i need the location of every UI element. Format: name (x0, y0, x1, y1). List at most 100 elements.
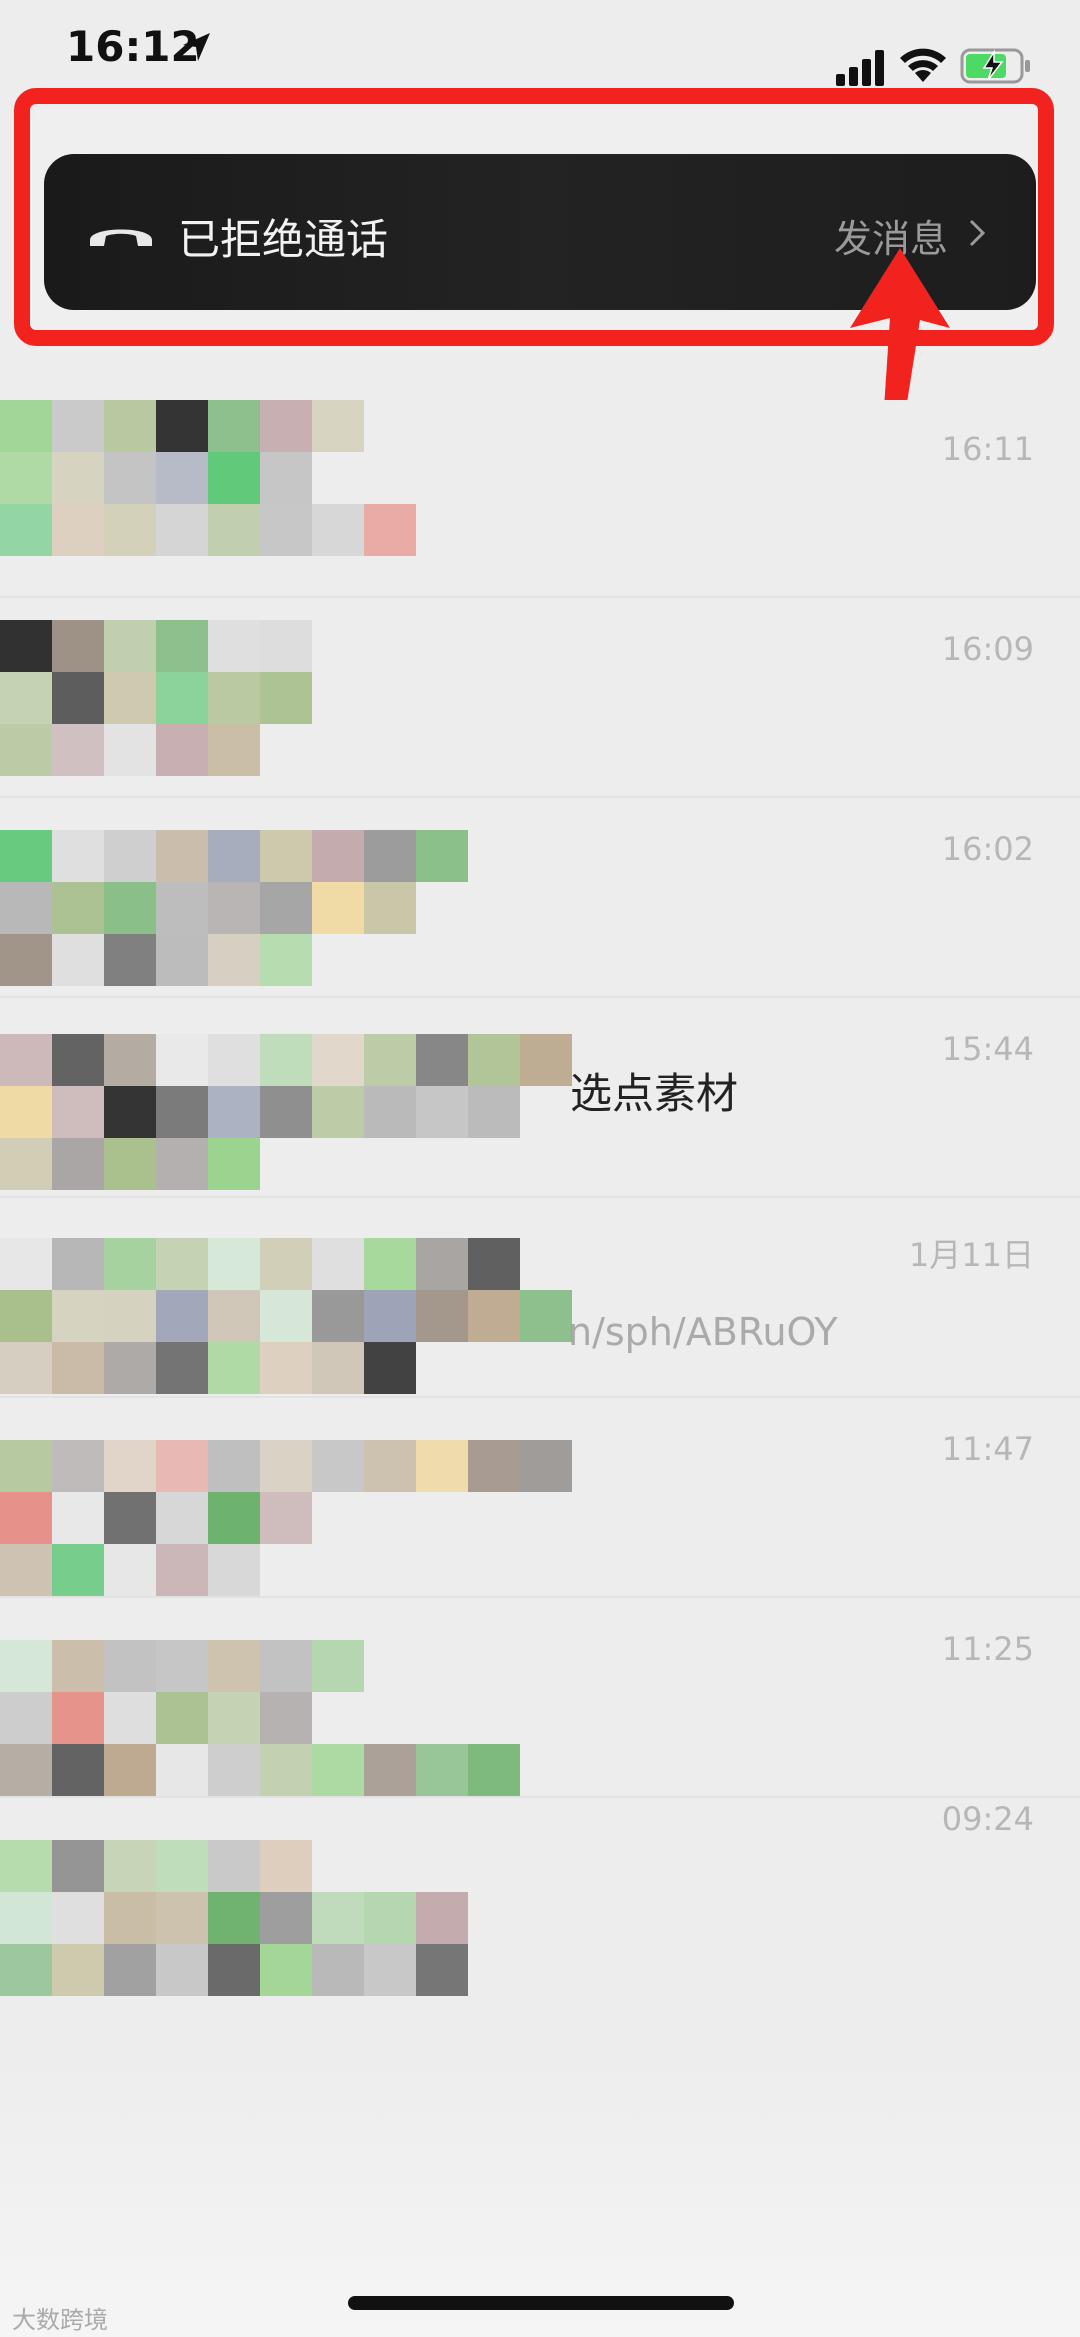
mosaic-tile (364, 1342, 416, 1394)
privacy-mosaic (0, 400, 620, 2320)
mosaic-tile (52, 1138, 104, 1190)
mosaic-tile (208, 1086, 260, 1138)
mosaic-tile (0, 1342, 52, 1394)
mosaic-tile (208, 1544, 260, 1596)
mosaic-tile (208, 1744, 260, 1796)
mosaic-tile (312, 1640, 364, 1692)
mosaic-tile (0, 620, 52, 672)
mosaic-tile (52, 830, 104, 882)
mosaic-tile (0, 1640, 52, 1692)
mosaic-tile (52, 1290, 104, 1342)
mosaic-tile (104, 672, 156, 724)
mosaic-tile (156, 724, 208, 776)
mosaic-tile (260, 400, 312, 452)
mosaic-tile (208, 934, 260, 986)
chat-time: 1月11日 (908, 1236, 1034, 1274)
mosaic-tile (156, 452, 208, 504)
mosaic-tile (0, 672, 52, 724)
mosaic-tile (156, 620, 208, 672)
mosaic-tile (416, 1440, 468, 1492)
mosaic-tile (104, 830, 156, 882)
mosaic-tile (104, 1492, 156, 1544)
mosaic-tile (364, 1944, 416, 1996)
mosaic-tile (104, 724, 156, 776)
cellular-signal-icon (836, 50, 884, 86)
mosaic-tile (208, 504, 260, 556)
mosaic-tile (52, 724, 104, 776)
mosaic-tile (520, 1290, 572, 1342)
mosaic-tile (364, 1238, 416, 1290)
mosaic-tile (156, 1744, 208, 1796)
mosaic-tile (156, 672, 208, 724)
chat-time: 16:02 (941, 830, 1034, 868)
mosaic-tile (468, 1238, 520, 1290)
mosaic-tile (416, 1744, 468, 1796)
mosaic-tile (312, 504, 364, 556)
mosaic-tile (208, 1944, 260, 1996)
mosaic-tile (52, 672, 104, 724)
mosaic-tile (0, 1840, 52, 1892)
mosaic-tile (312, 1086, 364, 1138)
chat-time: 16:11 (941, 430, 1034, 468)
mosaic-tile (364, 1086, 416, 1138)
mosaic-tile (260, 830, 312, 882)
mosaic-tile (260, 1692, 312, 1744)
mosaic-tile (52, 1640, 104, 1692)
mosaic-tile (364, 882, 416, 934)
home-indicator[interactable] (348, 2296, 734, 2310)
mosaic-tile (104, 1840, 156, 1892)
mosaic-tile (208, 1440, 260, 1492)
mosaic-tile (416, 1944, 468, 1996)
mosaic-tile (208, 882, 260, 934)
mosaic-tile (260, 1342, 312, 1394)
mosaic-tile (52, 1492, 104, 1544)
mosaic-tile (0, 934, 52, 986)
mosaic-tile (0, 1692, 52, 1744)
mosaic-tile (312, 1944, 364, 1996)
mosaic-tile (260, 1840, 312, 1892)
mosaic-tile (104, 1692, 156, 1744)
mosaic-tile (52, 1544, 104, 1596)
mosaic-tile (156, 400, 208, 452)
mosaic-tile (260, 504, 312, 556)
mosaic-tile (0, 1138, 52, 1190)
mosaic-tile (156, 1034, 208, 1086)
mosaic-tile (52, 620, 104, 672)
mosaic-tile (312, 1744, 364, 1796)
mosaic-tile (156, 1840, 208, 1892)
mosaic-tile (104, 400, 156, 452)
mosaic-tile (208, 724, 260, 776)
mosaic-tile (0, 1544, 52, 1596)
mosaic-tile (312, 1034, 364, 1086)
chat-time: 16:09 (941, 630, 1034, 668)
mosaic-tile (416, 830, 468, 882)
mosaic-tile (52, 1692, 104, 1744)
mosaic-tile (468, 1086, 520, 1138)
mosaic-tile (156, 1086, 208, 1138)
mosaic-tile (52, 1840, 104, 1892)
mosaic-tile (260, 1744, 312, 1796)
mosaic-tile (156, 1544, 208, 1596)
mosaic-tile (260, 1944, 312, 1996)
mosaic-tile (260, 1640, 312, 1692)
mosaic-tile (0, 724, 52, 776)
mosaic-tile (104, 1892, 156, 1944)
mosaic-tile (104, 1440, 156, 1492)
mosaic-tile (208, 672, 260, 724)
mosaic-tile (156, 1944, 208, 1996)
mosaic-tile (104, 1086, 156, 1138)
mosaic-tile (156, 1238, 208, 1290)
mosaic-tile (208, 830, 260, 882)
mosaic-tile (0, 1944, 52, 1996)
mosaic-tile (364, 1034, 416, 1086)
mosaic-tile (520, 1034, 572, 1086)
mosaic-tile (260, 1440, 312, 1492)
mosaic-tile (208, 1138, 260, 1190)
mosaic-tile (260, 620, 312, 672)
mosaic-tile (156, 1138, 208, 1190)
mosaic-tile (52, 1440, 104, 1492)
mosaic-tile (208, 1034, 260, 1086)
mosaic-tile (520, 1440, 572, 1492)
mosaic-tile (468, 1034, 520, 1086)
mosaic-tile (52, 882, 104, 934)
